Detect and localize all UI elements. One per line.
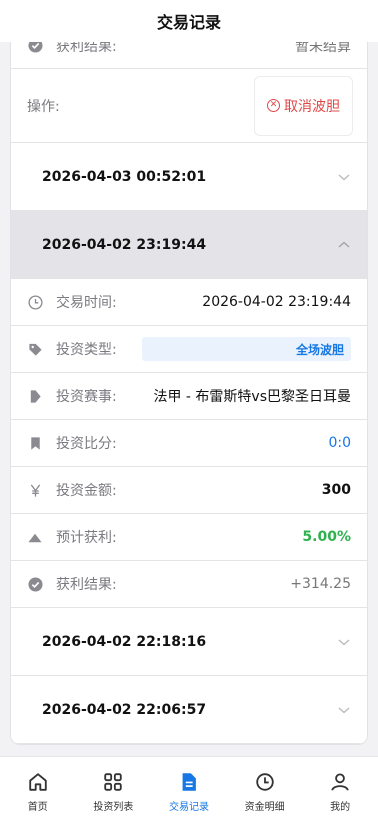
chevron-down-icon — [338, 639, 350, 645]
record-datetime: 2026-04-02 22:06:57 — [42, 701, 207, 718]
expected-profit-label: 预计获利: — [56, 530, 117, 546]
yen-icon — [27, 482, 43, 498]
investment-amount-label: 投资金额: — [56, 483, 117, 499]
prev-result-row: 获利结果: 暂未结算 — [11, 42, 367, 69]
triangle-up-icon — [27, 529, 43, 545]
investment-event-label: 投资赛事: — [56, 389, 117, 405]
investment-event-value: 法甲 - 布雷斯特vs巴黎圣日耳曼 — [153, 389, 351, 405]
trade-time-value: 2026-04-02 23:19:44 — [202, 294, 351, 310]
records-scroll-area[interactable]: 获利结果: 暂未结算 操作: ✕ 取消波胆 2026-04-03 00:52:0… — [0, 42, 378, 756]
record-datetime: 2026-04-02 23:19:44 — [42, 236, 207, 253]
investment-type-label: 投资类型: — [56, 342, 117, 358]
document-icon — [182, 773, 196, 791]
grid-icon — [104, 773, 123, 791]
check-circle-icon — [27, 576, 43, 592]
investment-score-row: 投资比分: 0:0 — [11, 420, 367, 467]
tab-trade-records[interactable]: 交易记录 — [151, 757, 227, 819]
chevron-up-icon — [338, 241, 350, 247]
record-header[interactable]: 2026-04-03 00:52:01 — [11, 143, 367, 211]
clock-icon — [27, 294, 43, 310]
trade-time-label: 交易时间: — [56, 295, 117, 311]
investment-amount-row: 投资金额: 300 — [11, 467, 367, 514]
chevron-down-icon — [338, 174, 350, 180]
page-header: 交易记录 — [0, 0, 378, 42]
tab-label: 交易记录 — [168, 802, 209, 813]
user-icon — [331, 773, 349, 791]
investment-score-label: 投资比分: — [56, 436, 117, 452]
expected-profit-value: 5.00% — [302, 529, 351, 545]
home-icon — [29, 773, 47, 791]
tab-investment-list[interactable]: 投资列表 — [76, 757, 152, 819]
record-header-expanded[interactable]: 2026-04-02 23:19:44 — [11, 211, 367, 279]
record-header[interactable]: 2026-04-02 22:06:57 — [11, 676, 367, 744]
result-label: 获利结果: — [56, 42, 117, 55]
check-circle-icon — [27, 42, 43, 54]
expected-profit-row: 预计获利: 5.00% — [11, 514, 367, 561]
tab-profile[interactable]: 我的 — [302, 757, 378, 819]
tab-label: 投资列表 — [93, 802, 134, 813]
cancel-bet-label: 取消波胆 — [284, 98, 340, 115]
record-datetime: 2026-04-03 00:52:01 — [42, 168, 207, 185]
bottom-tab-bar: 首页 投资列表 交易记录 资金明细 我的 — [0, 756, 378, 819]
bookmark-icon — [27, 435, 43, 451]
tab-label: 我的 — [330, 802, 351, 813]
investment-score-value: 0:0 — [328, 435, 351, 451]
tab-fund-details[interactable]: 资金明细 — [227, 757, 303, 819]
records-card: 获利结果: 暂未结算 操作: ✕ 取消波胆 2026-04-03 00:52:0… — [10, 42, 368, 745]
tab-label: 首页 — [27, 802, 48, 813]
clock-icon — [255, 773, 274, 791]
play-tag-icon — [27, 388, 43, 404]
investment-type-badge: 全场波胆 — [142, 337, 351, 361]
operation-label: 操作: — [27, 98, 60, 115]
record-datetime: 2026-04-02 22:18:16 — [42, 633, 207, 650]
investment-type-row: 投资类型: 全场波胆 — [11, 326, 367, 373]
tab-home[interactable]: 首页 — [0, 757, 76, 819]
investment-event-row: 投资赛事: 法甲 - 布雷斯特vs巴黎圣日耳曼 — [11, 373, 367, 420]
record-header[interactable]: 2026-04-02 22:18:16 — [11, 608, 367, 676]
tab-label: 资金明细 — [244, 802, 285, 813]
operation-row: 操作: ✕ 取消波胆 — [11, 69, 367, 143]
investment-amount-value: 300 — [321, 482, 351, 498]
profit-result-value: +314.25 — [290, 576, 351, 592]
page-title: 交易记录 — [156, 13, 221, 32]
cancel-bet-button[interactable]: ✕ 取消波胆 — [254, 75, 353, 136]
close-circle-icon: ✕ — [267, 99, 280, 112]
profit-result-row: 获利结果: +314.25 — [11, 561, 367, 608]
trade-time-row: 交易时间: 2026-04-02 23:19:44 — [11, 279, 367, 326]
chevron-down-icon — [338, 707, 350, 713]
profit-result-label: 获利结果: — [56, 577, 117, 593]
tag-icon — [27, 341, 43, 357]
result-value: 暂未结算 — [295, 42, 351, 55]
